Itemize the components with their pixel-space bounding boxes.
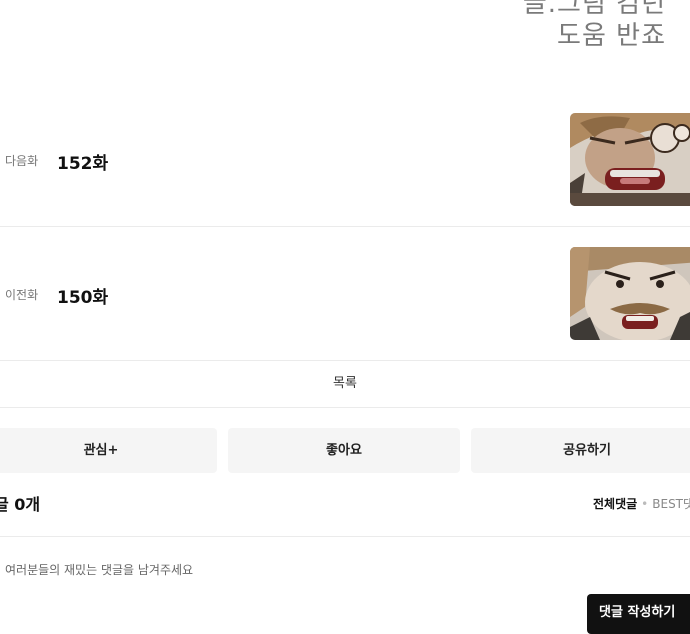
comment-input[interactable]: 여러분들의 재밌는 댓글을 남겨주세요 <box>0 561 565 581</box>
credits-writer: 글.그림 김년 <box>522 0 666 19</box>
comment-sort-tabs: 전체댓글 • BEST댓 <box>593 495 690 512</box>
next-episode-thumbnail[interactable] <box>570 113 690 206</box>
episode-divider <box>0 360 690 361</box>
comment-count: 글 0개 <box>0 495 41 514</box>
prev-episode-row[interactable]: 이전화 150화 <box>0 227 690 360</box>
next-episode-row[interactable]: 다음화 152화 <box>0 93 690 226</box>
sort-separator: • <box>641 497 649 511</box>
next-episode-kind: 다음화 <box>5 154 39 168</box>
next-episode-title: 152화 <box>57 154 109 174</box>
sort-all-comments-tab[interactable]: 전체댓글 <box>593 497 637 511</box>
prev-episode-thumbnail-image <box>570 247 690 340</box>
subscribe-button[interactable]: 관심+ <box>0 428 217 473</box>
like-button[interactable]: 좋아요 <box>228 428 460 473</box>
credits-assistant: 도움 반죠 <box>557 21 666 51</box>
prev-episode-kind: 이전화 <box>5 288 39 302</box>
author-credits: 글.그림 김년 도움 반죠 <box>523 0 666 52</box>
episode-list-button[interactable]: 목록 <box>0 362 690 406</box>
share-button[interactable]: 공유하기 <box>471 428 690 473</box>
prev-episode-thumbnail[interactable] <box>570 247 690 340</box>
prev-episode-title: 150화 <box>57 288 109 308</box>
next-episode-thumbnail-image <box>570 113 690 206</box>
comments-divider <box>0 536 690 537</box>
sort-best-comments-tab[interactable]: BEST댓 <box>652 497 690 511</box>
submit-comment-button[interactable]: 댓글 작성하기 <box>587 594 690 634</box>
section-divider <box>0 407 690 408</box>
